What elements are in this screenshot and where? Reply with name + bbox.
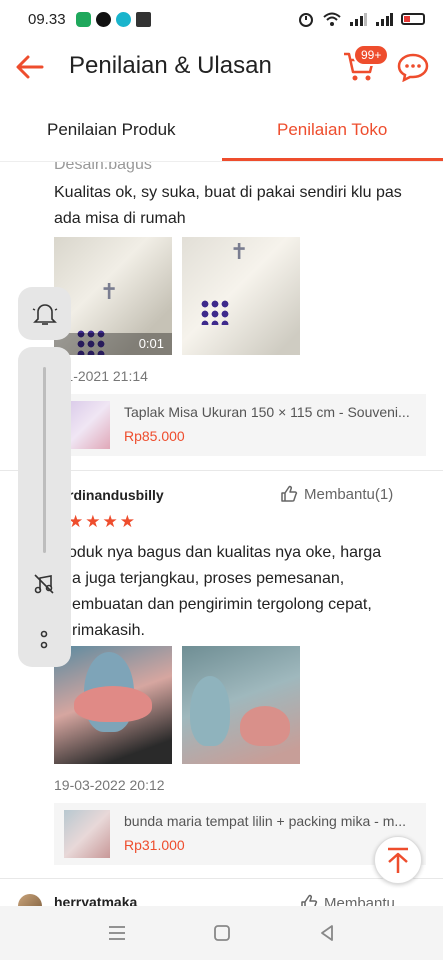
- product-card[interactable]: Taplak Misa Ukuran 150 × 115 cm - Souven…: [54, 394, 426, 456]
- product-name: bunda maria tempat lilin + packing mika …: [124, 813, 407, 829]
- review-photo[interactable]: [182, 646, 300, 764]
- avatar[interactable]: [18, 894, 42, 906]
- review-photo[interactable]: ✝: [182, 237, 300, 355]
- status-time: 09.33: [28, 10, 66, 28]
- grape-motif: [200, 299, 230, 325]
- arrow-up-icon: [388, 847, 408, 873]
- grid-app-icon: [135, 11, 151, 27]
- reviewer-name: rdinandusbilly: [68, 487, 164, 503]
- tab-shop-ratings[interactable]: Penilaian Toko: [277, 120, 387, 140]
- review-text-line: Kualitas ok, sy suka, buat di pakai send…: [54, 184, 402, 201]
- product-card[interactable]: bunda maria tempat lilin + packing mika …: [54, 803, 426, 865]
- cart-badge: 99+: [353, 44, 390, 66]
- cross-motif: ✝: [230, 239, 249, 264]
- scroll-to-top-button[interactable]: [374, 836, 422, 884]
- helpful-button[interactable]: Membantu: [300, 894, 395, 906]
- review-date: 19-03-2022 20:12: [54, 777, 165, 793]
- back-arrow-icon[interactable]: [14, 52, 46, 82]
- review-text-line: embuatan dan pengirimin tergolong cepat,: [72, 596, 372, 613]
- back-nav-icon[interactable]: [316, 922, 338, 944]
- review-photo[interactable]: [54, 646, 172, 764]
- chat-icon[interactable]: [397, 52, 429, 82]
- candle-holder: [74, 686, 152, 722]
- music-off-icon[interactable]: [32, 572, 56, 596]
- whatsapp-icon: [75, 11, 91, 27]
- helpful-count: Membantu(1): [304, 485, 394, 503]
- notification-bell-button[interactable]: [18, 287, 71, 340]
- status-bar: 09.33: [0, 0, 443, 38]
- review-video-thumbnail[interactable]: ✝ 0:01: [54, 237, 172, 355]
- signal-icon-1: [350, 13, 367, 26]
- product-price: Rp31.000: [124, 837, 185, 853]
- thumbs-up-icon: [281, 485, 298, 502]
- helpful-label: Membantu: [324, 894, 395, 907]
- video-duration: 0:01: [54, 333, 172, 355]
- review-text-line: a juga terjangkau, proses pemesanan,: [72, 570, 345, 587]
- statue-figure: [190, 676, 230, 746]
- review-text-line: oduk nya bagus dan kualitas nya oke, har…: [68, 544, 382, 561]
- helpful-button[interactable]: Membantu(1): [280, 485, 393, 503]
- signal-icon-2: [376, 13, 393, 26]
- reviewer-name: herryatmaka: [54, 894, 138, 906]
- wifi-icon: [323, 12, 341, 26]
- cross-motif: ✝: [100, 279, 119, 304]
- battery-icon: [401, 13, 425, 25]
- alarm-icon: [299, 13, 313, 27]
- review-attribute-text: Desain:bagus: [54, 162, 152, 173]
- product-name: Taplak Misa Ukuran 150 × 115 cm - Souven…: [124, 404, 410, 420]
- candle-holder: [240, 706, 290, 746]
- volume-slider[interactable]: [43, 367, 46, 553]
- product-price: Rp85.000: [124, 428, 185, 444]
- messenger-icon: [115, 11, 131, 27]
- home-icon[interactable]: [211, 922, 233, 944]
- bell-icon: [32, 303, 57, 325]
- volume-panel: [18, 347, 71, 667]
- thumbs-up-icon: [301, 894, 318, 906]
- review-divider: [0, 878, 443, 879]
- review-text-line: rimakasih.: [72, 622, 145, 639]
- tab-product-ratings[interactable]: Penilaian Produk: [47, 120, 176, 140]
- star-rating: ★★★★: [68, 512, 137, 531]
- status-app-icons: [75, 11, 151, 27]
- floating-side-panel: [18, 287, 71, 667]
- active-tab-indicator: [222, 158, 443, 161]
- recent-apps-icon[interactable]: [106, 922, 128, 944]
- more-icon[interactable]: [38, 629, 50, 651]
- system-navigation-bar: [0, 906, 443, 960]
- tiktok-icon: [95, 11, 111, 27]
- review-text-line: ada misa di rumah: [54, 210, 186, 227]
- header: Penilaian & Ulasan 99+: [0, 38, 443, 96]
- status-indicators: [297, 11, 425, 27]
- page-title: Penilaian & Ulasan: [69, 52, 272, 79]
- product-thumbnail: [64, 810, 110, 858]
- rating-tabs: Penilaian Produk Penilaian Toko: [0, 110, 443, 162]
